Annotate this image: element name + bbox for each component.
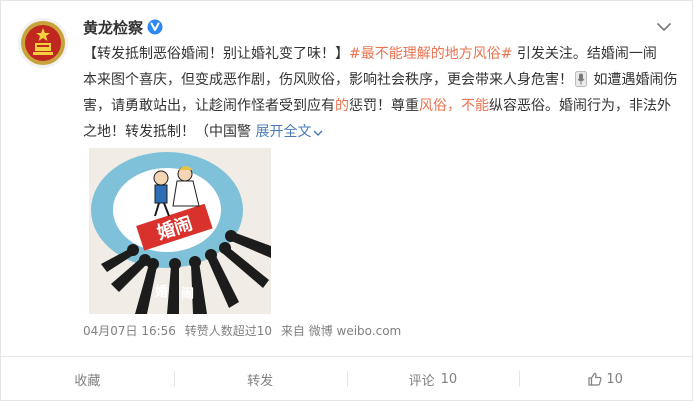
- repost-label: 转发: [247, 373, 274, 389]
- like-count: 10: [606, 371, 623, 387]
- author-row: 黄龙检察: [83, 16, 163, 38]
- favorite-button[interactable]: 收藏: [1, 357, 174, 401]
- weibo-post-card: 黄龙检察 【转发抵制恶俗婚闹！别让婚礼变了味！】#最不能理解的地方风俗# 引发关…: [0, 0, 693, 401]
- author-name[interactable]: 黄龙检察: [83, 17, 143, 38]
- post-date[interactable]: 04月07日 16:56: [83, 324, 176, 338]
- post-line-4-text: 之地！转发抵制！（中国警: [83, 124, 256, 140]
- post-line-2-tail: 如遭遇婚闹伤: [589, 72, 678, 88]
- like-button[interactable]: 10: [519, 357, 692, 401]
- chevron-down-icon[interactable]: [313, 120, 323, 146]
- post-line-3-a: 害，请勇敢站出，让趁闹作怪者受到应有: [83, 98, 335, 114]
- image-label-hun: 婚: [155, 284, 168, 300]
- post-line-2: 本来图个喜庆，但变成恶作剧，伤风败俗，影响社会秩序，更会带来人身危害！ 如遭遇婚…: [83, 67, 677, 93]
- action-bar: 收藏 转发 评论 10 10: [1, 357, 692, 401]
- post-line-2-text: 本来图个喜庆，但变成恶作剧，伤风败俗，影响社会秩序，更会带来人身危害！: [83, 72, 573, 88]
- post-title: 【转发抵制恶俗婚闹！别让婚礼变了味！】: [83, 46, 349, 62]
- keyword-buneng: 不能: [461, 98, 489, 114]
- keyword-fengsu: 风俗: [419, 98, 447, 114]
- post-image-cartoon[interactable]: 婚闹 婚 闹: [89, 148, 271, 314]
- comment-label: 评论: [408, 373, 435, 389]
- post-line-3-c: 惩罚！尊重: [349, 98, 419, 114]
- chevron-down-icon[interactable]: [656, 21, 672, 33]
- hashtag-link[interactable]: #最不能理解的地方风俗#: [349, 46, 512, 62]
- procuratorate-emblem-icon: [21, 21, 65, 65]
- favorite-label: 收藏: [74, 373, 101, 389]
- keyword-de: 的: [335, 98, 349, 114]
- thumbs-up-icon: [588, 372, 602, 386]
- post-line-3-g: 纵容恶俗。婚闹行为，非法外: [489, 98, 671, 114]
- expand-full-text-link[interactable]: 展开全文: [255, 124, 311, 140]
- post-line-1: 【转发抵制恶俗婚闹！别让婚礼变了味！】#最不能理解的地方风俗# 引发关注。结婚闹…: [83, 41, 673, 67]
- post-source: 来自 微博 weibo.com: [280, 324, 402, 338]
- repost-button[interactable]: 转发: [173, 357, 347, 401]
- post-reposts-summary: 转赞人数超过10: [184, 324, 273, 338]
- post-line-1-tail: 引发关注。结婚闹一闹: [512, 46, 657, 62]
- post-line-4: 之地！转发抵制！（中国警 展开全文: [83, 119, 673, 145]
- post-text: 【转发抵制恶俗婚闹！别让婚礼变了味！】#最不能理解的地方风俗# 引发关注。结婚闹…: [83, 41, 677, 145]
- post-line-3: 害，请勇敢站出，让趁闹作怪者受到应有的惩罚！尊重风俗，不能纵容恶俗。婚闹行为，非…: [83, 93, 673, 119]
- author-avatar[interactable]: [18, 18, 68, 68]
- comment-count: 10: [440, 371, 458, 387]
- wedding-prank-cartoon: 婚闹 婚 闹: [89, 148, 271, 314]
- image-label-nao: 闹: [181, 286, 194, 302]
- post-meta: 04月07日 16:56 转赞人数超过10 来自 微博 weibo.com: [83, 322, 406, 339]
- comment-button[interactable]: 评论 10: [346, 357, 520, 401]
- verified-badge-icon: [147, 19, 163, 35]
- keyword-comma: ，: [447, 98, 461, 114]
